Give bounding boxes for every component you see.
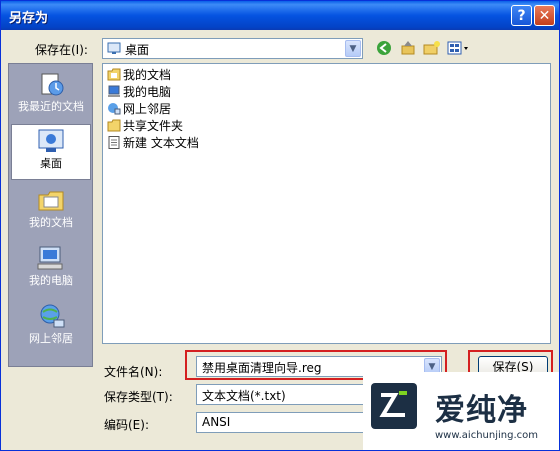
places-bar: 我最近的文档 桌面 我的文档 我的电脑 网上邻居	[8, 63, 93, 367]
save-in-label: 保存在(I):	[35, 43, 88, 57]
place-label: 桌面	[40, 157, 62, 170]
place-network[interactable]: 网上邻居	[11, 300, 91, 356]
list-item[interactable]: 网上邻居	[107, 101, 171, 117]
place-recent-docs[interactable]: 我最近的文档	[11, 68, 91, 124]
help-button[interactable]: ?	[511, 5, 532, 26]
dialog-title: 另存为	[9, 11, 49, 26]
filename-label: 文件名(N):	[104, 365, 163, 379]
type-value: 文本文档(*.txt)	[202, 389, 286, 403]
list-item[interactable]: 新建 文本文档	[107, 135, 199, 151]
my-computer-icon	[37, 246, 63, 270]
desktop-small-icon	[107, 42, 121, 54]
recent-docs-icon	[41, 73, 64, 96]
place-label: 我的文档	[29, 216, 73, 229]
list-item[interactable]: 我的电脑	[107, 84, 171, 100]
up-folder-icon[interactable]	[400, 40, 416, 56]
new-folder-icon[interactable]	[423, 40, 441, 56]
close-button[interactable]: ✕	[534, 5, 555, 26]
watermark-logo-icon	[371, 383, 417, 429]
network-icon	[40, 304, 65, 328]
save-in-value: 桌面	[125, 43, 150, 57]
file-list[interactable]: 我的文档 我的电脑 网上邻居 共享文件夹 新建 文本文档	[102, 63, 551, 344]
text-file-icon	[108, 136, 120, 149]
computer-icon	[108, 85, 120, 97]
watermark-text: 爱纯净	[435, 393, 528, 428]
my-documents-icon	[38, 191, 64, 211]
place-label: 我最近的文档	[18, 100, 84, 113]
encoding-label: 编码(E):	[104, 418, 149, 432]
back-icon[interactable]	[376, 40, 392, 56]
watermark-url: www.aichunjing.com	[435, 430, 538, 441]
place-desktop[interactable]: 桌面	[11, 124, 91, 180]
chevron-down-icon[interactable]: ▼	[345, 40, 361, 57]
folder-icon	[107, 68, 121, 81]
save-as-dialog: 另存为 ? ✕ 保存在(I): 桌面 ▼ 我最近的文档 桌面 我的文档 我的电脑…	[0, 0, 560, 451]
type-label: 保存类型(T):	[104, 390, 173, 404]
place-my-documents[interactable]: 我的文档	[11, 184, 91, 240]
network-icon	[108, 103, 121, 115]
desktop-icon	[38, 129, 64, 152]
save-in-combo[interactable]: 桌面 ▼	[102, 38, 363, 59]
place-label: 我的电脑	[29, 274, 73, 287]
folder-icon	[107, 119, 121, 132]
list-item[interactable]: 共享文件夹	[107, 118, 183, 134]
view-menu-icon[interactable]	[447, 40, 471, 56]
place-my-computer[interactable]: 我的电脑	[11, 242, 91, 298]
place-label: 网上邻居	[29, 332, 73, 345]
title-bar: 另存为 ? ✕	[1, 1, 559, 30]
list-item[interactable]: 我的文档	[107, 67, 171, 83]
watermark: 爱纯净 www.aichunjing.com	[363, 372, 559, 450]
encoding-value: ANSI	[202, 415, 231, 429]
